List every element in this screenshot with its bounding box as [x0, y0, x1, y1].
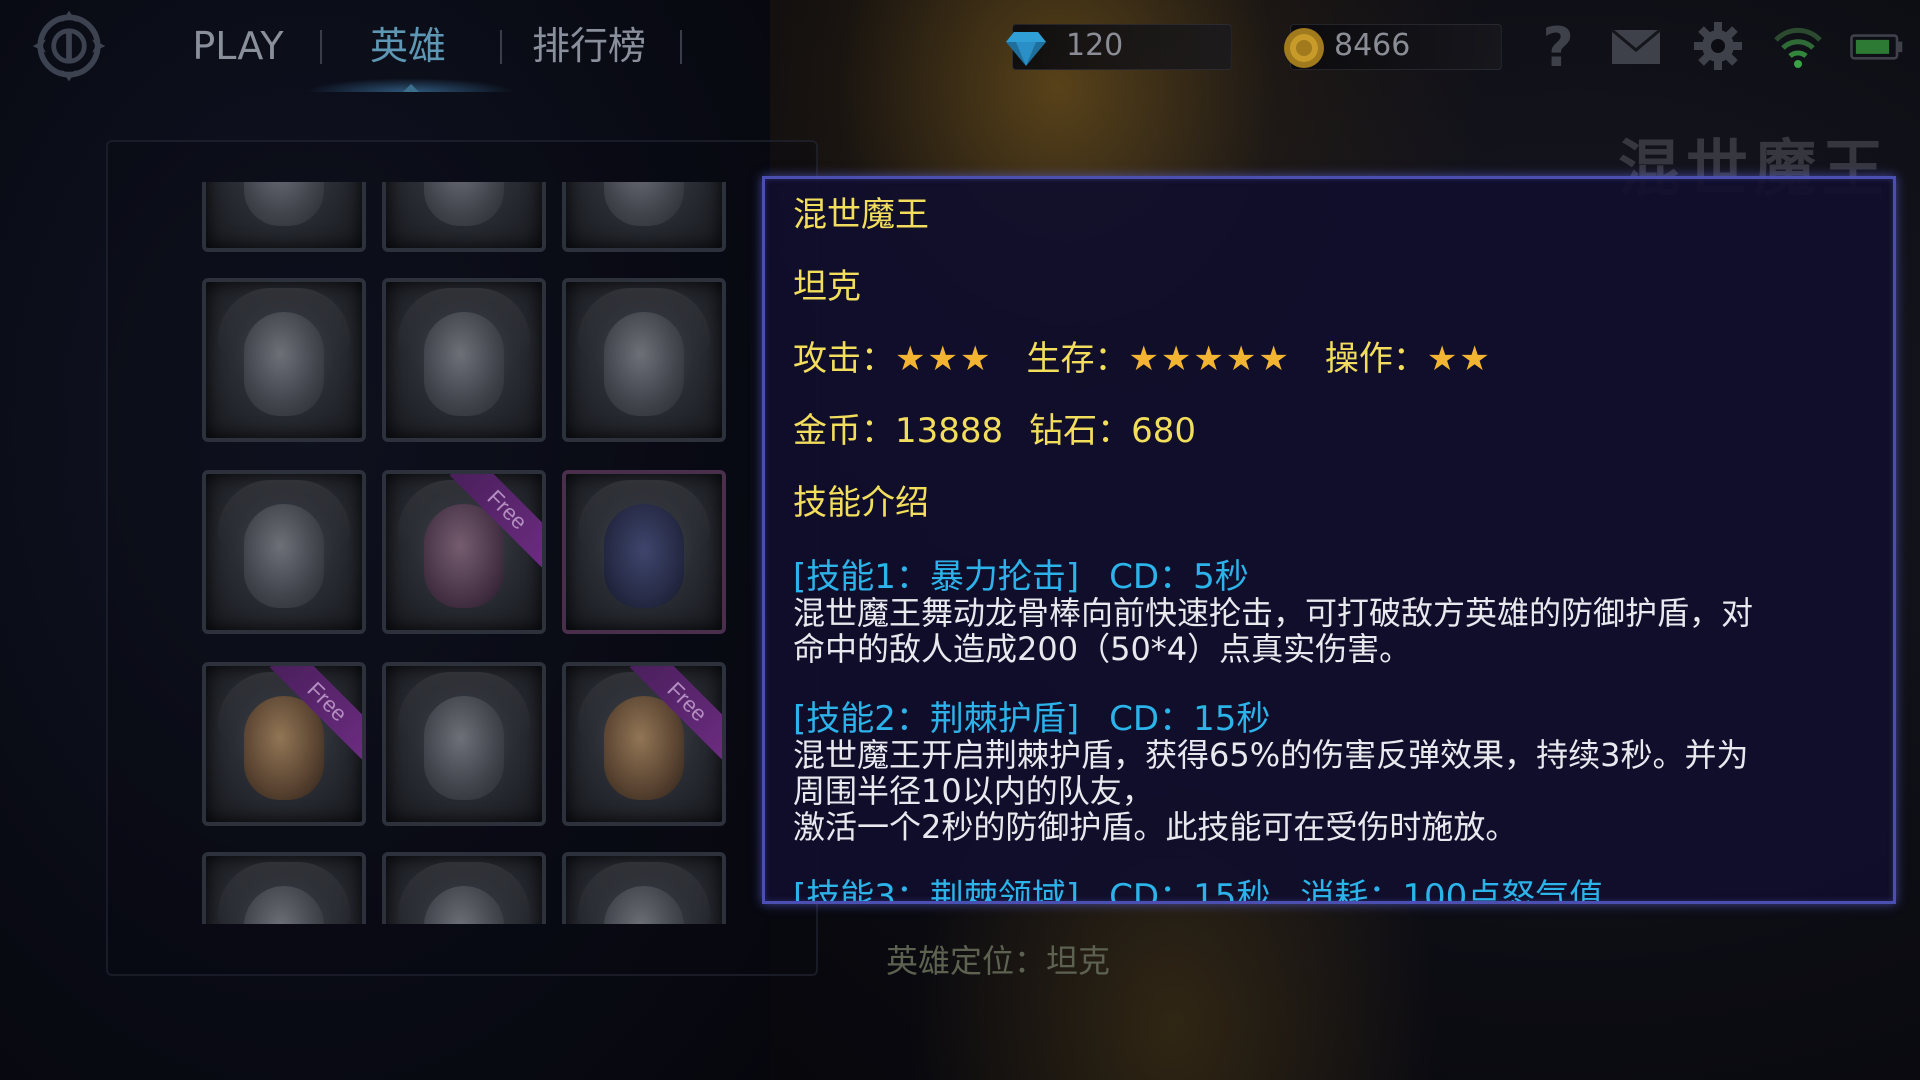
hero-card[interactable]	[202, 852, 366, 924]
gold-price-value: 13888	[895, 411, 1004, 451]
nav-divider	[320, 30, 322, 64]
skill-2-cooldown: CD：15秒	[1109, 699, 1271, 739]
tab-heroes[interactable]: 英雄	[338, 18, 478, 74]
mail-icon[interactable]	[1608, 18, 1664, 74]
active-tab-indicator	[306, 78, 516, 92]
hero-role-label: 英雄定位：坦克	[886, 942, 1111, 980]
difficulty-label: 操作：	[1324, 339, 1427, 379]
nav-divider	[680, 30, 682, 64]
skill-2: [技能2：荆棘护盾] CD：15秒 混世魔王开启荆棘护盾，获得65%的伤害反弹效果…	[793, 701, 1873, 845]
top-bar: PLAY 英雄 排行榜 120 8466 ?	[0, 0, 1920, 92]
survival-label: 生存：	[1026, 339, 1129, 379]
gold-price-label: 金币：	[793, 411, 895, 451]
hero-card[interactable]	[202, 278, 366, 442]
difficulty-stars: ★★	[1426, 339, 1492, 379]
diamond-price-value: 680	[1131, 411, 1197, 451]
tab-play[interactable]: PLAY	[178, 18, 298, 74]
tab-leaderboard[interactable]: 排行榜	[520, 18, 658, 74]
diamond-icon	[1002, 24, 1050, 72]
hero-card[interactable]: Free	[382, 470, 546, 634]
hero-type: 坦克	[793, 267, 861, 307]
hero-card[interactable]	[202, 182, 366, 252]
skill-3-name: [技能3：荆棘领域]	[793, 877, 1080, 904]
hero-card[interactable]	[382, 278, 546, 442]
hero-card[interactable]: Free	[562, 662, 726, 826]
diamond-amount: 120	[1066, 28, 1124, 63]
skill-2-header: [技能2：荆棘护盾] CD：15秒	[793, 701, 1873, 737]
svg-text:?: ?	[1542, 18, 1573, 74]
attack-stat: 攻击： ★★★	[793, 341, 992, 377]
hero-detail-tooltip: 混世魔王 坦克 攻击： ★★★ 生存： ★★★★★ 操作： ★★ 金币：1388…	[762, 176, 1896, 904]
game-logo-icon[interactable]	[18, 4, 120, 88]
skills-heading: 技能介绍	[793, 483, 929, 523]
skill-1: [技能1：暴力抡击] CD：5秒 混世魔王舞动龙骨棒向前快速抡击，可打破敌方英雄的…	[793, 559, 1873, 667]
skill-1-description: 混世魔王舞动龙骨棒向前快速抡击，可打破敌方英雄的防御护盾，对 命中的敌人造成20…	[793, 594, 1754, 668]
survival-stars: ★★★★★	[1128, 339, 1291, 379]
wifi-icon	[1770, 18, 1826, 74]
help-icon[interactable]: ?	[1530, 16, 1586, 79]
hero-name: 混世魔王	[793, 195, 929, 235]
hero-card[interactable]	[562, 278, 726, 442]
gold-amount: 8466	[1334, 28, 1411, 63]
hero-card[interactable]: Free	[202, 662, 366, 826]
hero-card[interactable]	[562, 182, 726, 252]
nav-divider	[500, 30, 502, 64]
hero-card[interactable]	[382, 182, 546, 252]
hero-stats-row: 攻击： ★★★ 生存： ★★★★★ 操作： ★★	[793, 341, 1873, 377]
skill-2-description: 混世魔王开启荆棘护盾，获得65%的伤害反弹效果，持续3秒。并为 周围半径10以内…	[793, 736, 1749, 846]
survival-stat: 生存： ★★★★★	[1026, 341, 1290, 377]
hero-card[interactable]	[382, 662, 546, 826]
hero-price-row: 金币：13888 钻石：680	[793, 413, 1873, 449]
skill-1-cooldown: CD：5秒	[1109, 557, 1249, 597]
hero-card[interactable]	[382, 852, 546, 924]
hero-grid[interactable]: Free Free Free	[190, 182, 750, 924]
skill-2-name: [技能2：荆棘护盾]	[793, 699, 1080, 739]
difficulty-stat: 操作： ★★	[1325, 341, 1492, 377]
skill-3-cooldown: CD：15秒	[1109, 877, 1271, 904]
attack-label: 攻击：	[793, 339, 895, 379]
skill-3-cost: 消耗：100点怒气值	[1300, 877, 1604, 904]
battery-icon	[1848, 18, 1912, 74]
gold-coin-icon	[1280, 24, 1328, 72]
hero-card[interactable]	[202, 470, 366, 634]
skill-1-header: [技能1：暴力抡击] CD：5秒	[793, 559, 1873, 595]
hero-card[interactable]	[562, 852, 726, 924]
diamond-price-label: 钻石：	[1029, 411, 1132, 451]
hero-card-selected[interactable]	[562, 470, 726, 634]
skill-3: [技能3：荆棘领域] CD：15秒 消耗：100点怒气值	[793, 877, 1873, 904]
skill-1-name: [技能1：暴力抡击]	[793, 557, 1080, 597]
gear-icon[interactable]	[1690, 18, 1746, 74]
attack-stars: ★★★	[895, 339, 993, 379]
skill-3-header: [技能3：荆棘领域] CD：15秒 消耗：100点怒气值	[793, 877, 1873, 904]
